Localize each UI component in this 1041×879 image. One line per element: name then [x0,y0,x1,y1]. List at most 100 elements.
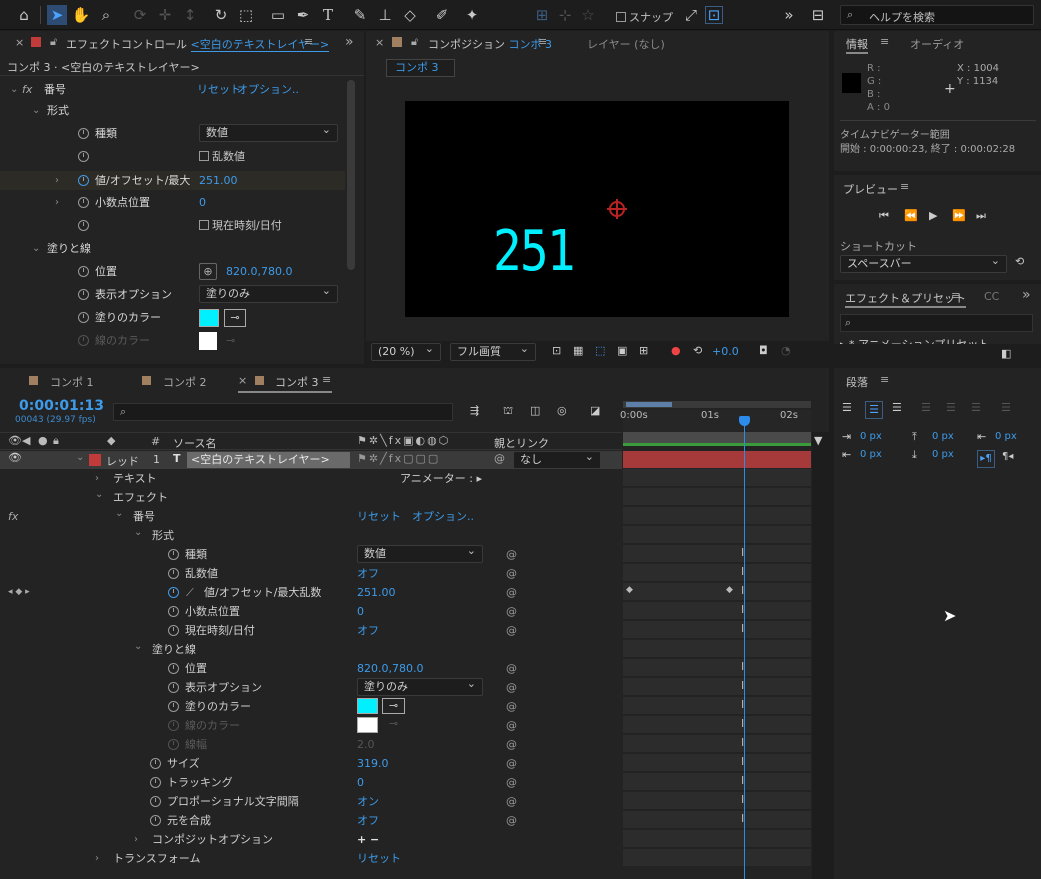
quality-select[interactable]: フル画質 [450,341,536,361]
snap-option-icon[interactable]: ⤢ [681,5,701,25]
track-row[interactable]: I [623,716,811,734]
track-row[interactable]: I ◆ ◆ [623,583,811,601]
dolly-tool-icon[interactable]: ↕ [180,5,200,25]
panel-menu-icon[interactable]: ≡ [538,35,547,48]
reset-link[interactable]: リセット [197,80,241,99]
lock-icon[interactable]: 🔓︎ [411,35,418,49]
stopwatch-icon[interactable] [78,197,89,208]
frame-blend-icon[interactable]: ◎ [557,404,567,417]
display-select[interactable]: 塗りのみ [199,283,338,303]
puppet-pin-icon[interactable]: ✦ [462,5,482,25]
lock-icon[interactable]: 🔓︎ [50,35,57,49]
comp-marker-icon[interactable]: ▼ [814,434,822,447]
justify-right-icon[interactable]: ☰ [971,401,981,414]
help-search-field[interactable]: ⌕ ヘルプを検索 [840,5,1034,25]
track-row[interactable]: I [623,678,811,696]
world-axis-icon[interactable]: ☆ [578,5,598,25]
layer-duration-bar[interactable] [623,451,811,468]
panel-menu-icon[interactable]: ≡ [951,289,960,302]
track-row[interactable]: I [623,621,811,639]
label-column-icon[interactable]: ◆ [107,434,115,447]
shy-icon[interactable]: ◫ [530,404,540,417]
track-row[interactable]: I [623,754,811,772]
time-ruler[interactable]: 0:00s 01s 02s [620,410,811,432]
stroke-color-swatch[interactable] [199,332,217,350]
indent-left-value[interactable]: 0 px [860,431,882,442]
layer-tab[interactable]: レイヤー (なし) [587,36,665,52]
stopwatch-icon[interactable] [78,289,89,300]
format-group-row[interactable]: ⌄ 形式 [0,101,345,120]
home-icon[interactable]: ⌂ [14,5,34,25]
prev-frame-icon[interactable]: ⏪ [904,209,918,222]
audio-column-icon[interactable]: ◀︎ [22,434,30,447]
time-navigator[interactable] [623,401,811,408]
effect-controls-tab[interactable]: × 🔓︎ エフェクトコントロール <空白のテキストレイヤー> ≡ » [0,31,364,55]
snap-checkbox[interactable]: スナップ [616,9,673,25]
stopwatch-icon[interactable] [78,175,89,186]
fx-icon[interactable]: fx [22,80,32,99]
axis-icon[interactable]: ⊹ [555,5,575,25]
work-area-bar[interactable] [623,432,811,446]
selection-tool-icon[interactable]: ➤ [47,5,67,25]
expand-workspace-icon[interactable]: » [779,5,799,25]
transparency-grid-icon[interactable]: ▦ [573,344,583,357]
timeline-search-input[interactable]: ⌕ [113,403,453,421]
align-center-icon[interactable]: ☰ [865,401,883,419]
track-row[interactable]: I [623,773,811,791]
anchor-tool-icon[interactable]: ⬚ [236,5,256,25]
effect-controls-scrollbar[interactable] [347,80,355,270]
solo-column-icon[interactable]: ● [38,434,48,447]
layer-row[interactable]: 👁︎ ⌄ レッド 1 T <空白のテキストレイヤー> ⚑✲╱fx▢▢▢ @ なし [0,449,622,469]
options-link[interactable]: オプション.. [237,80,299,99]
track-row[interactable]: I [623,735,811,753]
first-frame-icon[interactable]: ⏮ [879,209,889,223]
fill-group-row[interactable]: ⌄ 塗りと線 [0,239,345,258]
lock-column-icon[interactable]: 🔒︎ [53,434,59,448]
grid-icon[interactable]: ⊞ [639,344,648,357]
track-row[interactable]: I [623,659,811,677]
chevron-down-icon[interactable]: ⌄ [10,80,18,99]
layer-switches-icon[interactable]: ⚑✲╱fx▢▢▢ [357,452,440,465]
track-row[interactable] [623,507,811,525]
last-frame-icon[interactable]: ⏭ [976,209,986,223]
stopwatch-icon[interactable] [78,151,89,162]
effects-presets-title[interactable]: エフェクト＆プリセット [845,290,966,308]
decimal-field[interactable]: 0 [199,193,206,212]
panel-menu-icon[interactable]: ≡ [880,35,889,48]
tab-comp1[interactable]: コンポ 1 [50,374,94,390]
track-row[interactable] [623,526,811,544]
justify-center-icon[interactable]: ☰ [946,401,956,414]
parent-link-header[interactable]: 親とリンク [494,435,549,451]
expand-panel-icon[interactable]: » [345,34,354,50]
canvas-number-text[interactable]: 251 [493,219,576,284]
space-after-value[interactable]: 0 px [932,449,954,460]
pan-tool-icon[interactable]: ✛ [155,5,175,25]
anchor-point-icon[interactable] [607,199,627,219]
roto-brush-icon[interactable]: ✐ [432,5,452,25]
source-name-header[interactable]: ソース名 [173,435,216,451]
panel-menu-icon[interactable]: ≡ [880,373,889,386]
fill-color-swatch[interactable] [199,309,219,327]
orbit-tool-icon[interactable]: ⟳ [130,5,150,25]
comp-flowchart-icon[interactable]: ⇶ [470,404,479,417]
chevron-down-icon[interactable]: ⌄ [76,452,84,463]
align-right-icon[interactable]: ☰ [892,401,902,414]
cc-tab[interactable]: CC [984,290,999,303]
space-before-value[interactable]: 0 px [932,431,954,442]
snapshot-icon[interactable]: ◘ [759,344,768,357]
stopwatch-icon[interactable] [78,128,89,139]
panel-menu-icon[interactable]: ≡ [304,35,313,48]
draft-3d-icon[interactable]: ⛫ [503,404,513,419]
composition-tab[interactable]: × 🔓︎ コンポジション コンポ 3 ≡ レイヤー (なし) [366,31,829,55]
layer-label-color[interactable] [89,454,101,466]
track-row[interactable]: I [623,792,811,810]
ltr-direction-icon[interactable]: ▸¶ [977,450,995,468]
rtl-direction-icon[interactable]: ¶◂ [1002,451,1013,462]
keyframe-icon[interactable]: ◆ [626,585,633,595]
region-of-interest-icon[interactable]: ⊡ [552,344,561,357]
track-row[interactable]: I [623,564,811,582]
eyedropper-icon[interactable]: ⊸ [224,309,246,327]
pickwhip-icon[interactable]: @ [494,452,505,465]
close-tab-icon[interactable]: × [375,36,384,49]
type-tool-icon[interactable]: T [318,5,338,25]
